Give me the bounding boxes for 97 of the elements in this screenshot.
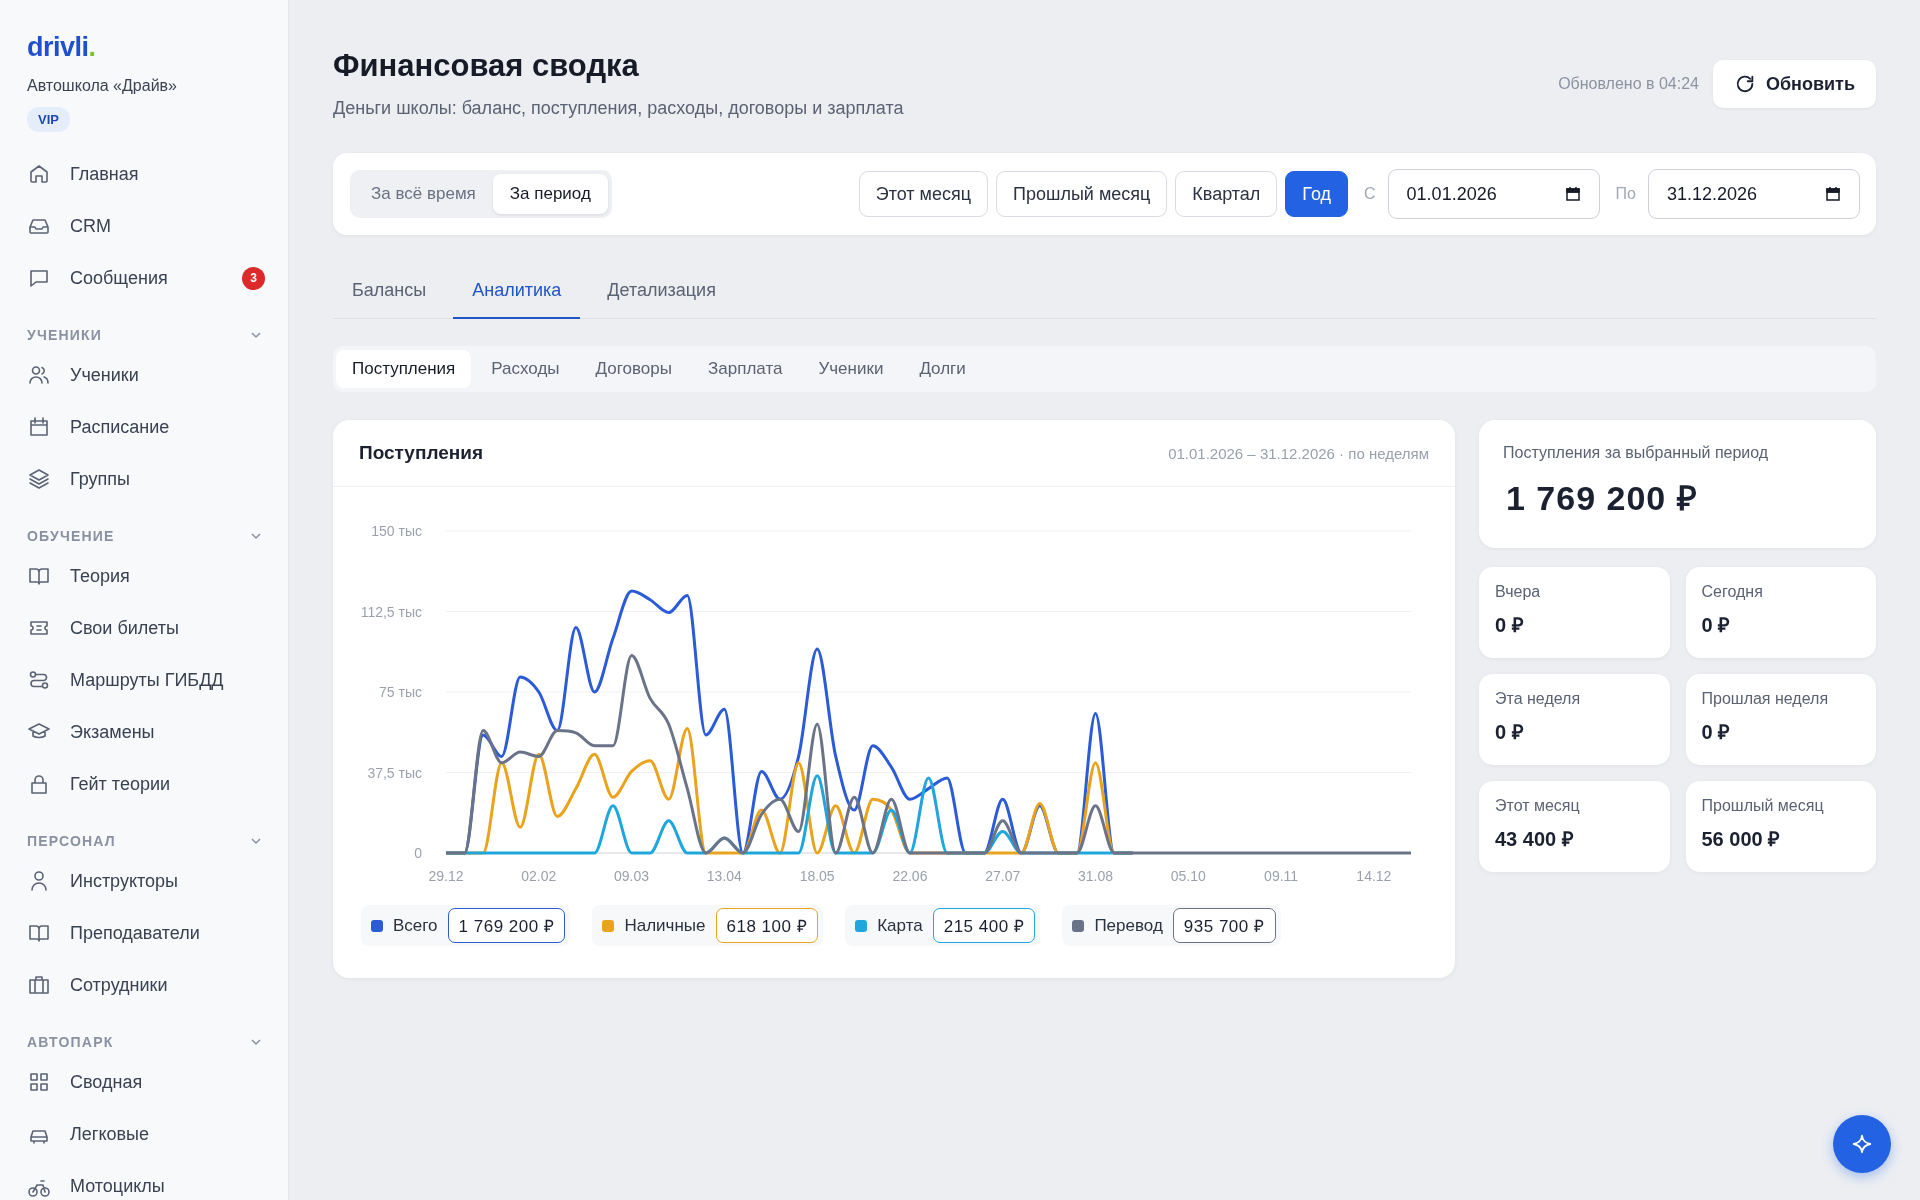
stat-value: 0 ₽ <box>1495 720 1525 745</box>
nav-item[interactable]: Маршруты ГИБДД <box>27 654 268 706</box>
refresh-icon <box>1734 73 1756 95</box>
legend-total: 215 400 ₽ <box>932 908 1036 943</box>
stat-value: 0 ₽ <box>1495 613 1525 638</box>
calendar-icon <box>1825 186 1841 202</box>
x-tick-label: 05.10 <box>1170 868 1206 884</box>
x-tick-label: 02.02 <box>521 868 557 884</box>
mode-option[interactable]: За период <box>492 174 608 214</box>
stat-label: Сегодня <box>1701 583 1764 601</box>
nav-item[interactable]: Теория <box>27 550 268 602</box>
nav-item[interactable]: Инструкторы <box>27 855 268 907</box>
nav-item[interactable]: CRM <box>27 200 268 252</box>
stat-value: 1 769 200 ₽ <box>1505 478 1699 519</box>
subtab[interactable]: Расходы <box>475 350 576 388</box>
logo-dot: . <box>88 32 96 62</box>
layers-icon <box>27 467 51 491</box>
y-tick-label: 37,5 тыс <box>367 764 422 781</box>
plan-badge: VIP <box>27 107 70 132</box>
refresh-button[interactable]: Обновить <box>1713 60 1876 108</box>
period-button[interactable]: Прошлый месяц <box>996 171 1168 217</box>
chart-range: 01.01.2026 – 31.12.2026 · по неделям <box>1168 444 1429 462</box>
x-tick-label: 18.05 <box>799 868 835 884</box>
legend-total: 935 700 ₽ <box>1172 908 1276 943</box>
sparkle-icon <box>1851 1133 1873 1155</box>
tab[interactable]: Балансы <box>333 263 446 319</box>
nav-item[interactable]: Преподаватели <box>27 907 268 959</box>
logo[interactable]: drivli. <box>27 32 96 63</box>
nav-item[interactable]: Мотоциклы <box>27 1160 268 1200</box>
legend-label: Карта <box>877 915 923 936</box>
subtab[interactable]: Ученики <box>802 350 900 388</box>
stat-value: 43 400 ₽ <box>1495 827 1575 852</box>
x-tick-label: 27.07 <box>985 868 1021 884</box>
nav-item[interactable]: Сотрудники <box>27 959 268 1011</box>
subtab[interactable]: Поступления <box>336 350 472 388</box>
nav-item[interactable]: Легковые <box>27 1108 268 1160</box>
stat-label: Вчера <box>1495 583 1542 601</box>
chart-title: Поступления <box>359 442 484 464</box>
school-name: Автошкола «Драйв» <box>27 77 178 95</box>
users-icon <box>27 363 51 387</box>
x-tick-label: 31.08 <box>1078 868 1114 884</box>
x-tick-label: 14.12 <box>1356 868 1392 884</box>
nav-item[interactable]: Сводная <box>27 1056 268 1108</box>
to-label: По <box>1615 185 1636 203</box>
period-button[interactable]: Квартал <box>1175 171 1278 217</box>
subtab[interactable]: Зарплата <box>692 350 799 388</box>
unread-badge: 3 <box>242 266 265 290</box>
nav-item[interactable]: Свои билеты <box>27 602 268 654</box>
y-tick-label: 150 тыс <box>371 523 422 539</box>
nav-item[interactable]: Главная <box>27 148 268 200</box>
stat-value: 0 ₽ <box>1701 613 1732 638</box>
x-tick-label: 09.11 <box>1264 868 1299 884</box>
nav-item[interactable]: Сообщения 3 <box>27 252 268 304</box>
mode-option[interactable]: За всё время <box>354 174 493 214</box>
stat-label: Этот месяц <box>1495 797 1581 815</box>
tab[interactable]: Аналитика <box>453 263 581 319</box>
subtab[interactable]: Долги <box>903 350 982 388</box>
from-label: С <box>1364 185 1376 203</box>
calendar-icon <box>27 415 51 439</box>
nav-item[interactable]: Ученики <box>27 349 268 401</box>
stat-value: 0 ₽ <box>1701 720 1732 745</box>
home-icon <box>27 162 51 186</box>
x-tick-label: 09.03 <box>614 868 650 884</box>
page-subtitle: Деньги школы: баланс, поступления, расходы, договоры и зарплата <box>333 98 904 119</box>
nav-item[interactable]: Экзамены <box>27 706 268 758</box>
y-tick-label: 112,5 тыс <box>360 603 422 620</box>
nav-item[interactable]: Расписание <box>27 401 268 453</box>
stat-label: Поступления за выбранный период <box>1503 444 1770 462</box>
y-tick-label: 0 <box>414 845 422 861</box>
legend-label: Перевод <box>1094 915 1163 936</box>
x-tick-label: 29.12 <box>428 868 464 884</box>
nav-item[interactable]: Группы <box>27 453 268 505</box>
updated-time: Обновлено в 04:24 <box>1558 75 1699 93</box>
subtab[interactable]: Договоры <box>579 350 688 388</box>
briefcase-icon <box>27 973 51 997</box>
legend-total: 618 100 ₽ <box>715 908 819 943</box>
assistant-button[interactable] <box>1833 1115 1891 1173</box>
stat-label: Прошлая неделя <box>1701 690 1830 708</box>
y-tick-label: 75 тыс <box>379 684 422 700</box>
stat-label: Эта неделя <box>1495 690 1582 708</box>
nav-item[interactable]: Гейт теории <box>27 758 268 810</box>
calendar-icon <box>1564 186 1581 202</box>
tab[interactable]: Детализация <box>588 263 735 319</box>
stat-label: Прошлый месяц <box>1701 797 1825 815</box>
x-tick-label: 13.04 <box>706 868 742 884</box>
grid-icon <box>27 1070 51 1094</box>
period-button[interactable]: Этот месяц <box>858 171 988 217</box>
x-tick-label: 22.06 <box>892 868 928 884</box>
date-field[interactable]: 31.12.2026 <box>1648 169 1860 219</box>
route-icon <box>27 668 51 692</box>
date-field[interactable]: 01.01.2026 <box>1387 169 1600 219</box>
period-button[interactable]: Год <box>1285 171 1349 217</box>
page-title: Финансовая сводка <box>333 48 640 84</box>
legend-total: 1 769 200 ₽ <box>447 908 566 943</box>
legend-label: Всего <box>393 915 438 936</box>
legend-label: Наличные <box>624 915 706 936</box>
stat-value: 56 000 ₽ <box>1701 827 1782 852</box>
